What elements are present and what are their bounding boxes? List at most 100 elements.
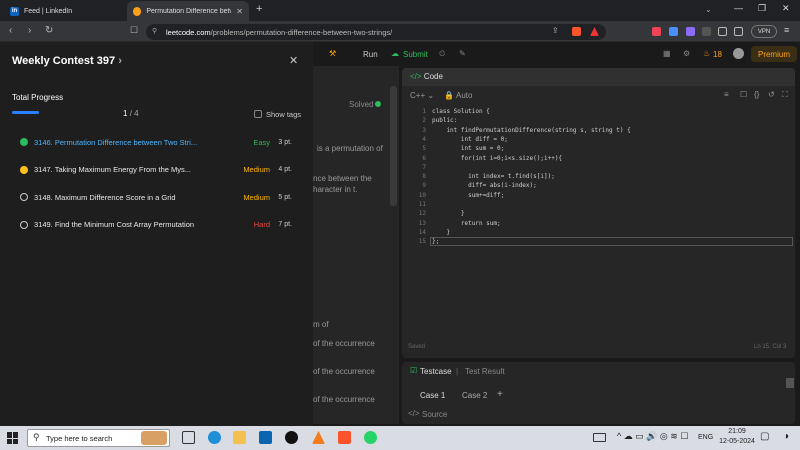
action-center-icon[interactable]: ◑	[783, 431, 789, 442]
url-input[interactable]: ⚲ leetcode.com /problems/permutation-dif…	[146, 24, 606, 40]
back-icon[interactable]: ‹	[9, 25, 12, 36]
wallet-icon[interactable]	[734, 27, 743, 36]
source-label[interactable]: Source	[422, 410, 447, 419]
timer-icon[interactable]: ⏲	[439, 49, 445, 59]
clock-time[interactable]: 21:09	[722, 428, 752, 435]
desc-text: of the occurrence	[313, 339, 375, 348]
code-line[interactable]: int findPermutationDifference(string s, …	[432, 127, 630, 134]
system-tray-icons[interactable]: ^ ☁ ▭ 🔊 ◎ ≋ ☐	[617, 431, 688, 442]
code-line[interactable]: }	[432, 229, 450, 236]
taskbar-search-input[interactable]: ⚲ Type here to search	[27, 429, 170, 447]
extension-icon[interactable]	[669, 27, 678, 36]
auto-label[interactable]: Auto	[456, 91, 472, 100]
close-sidebar-button[interactable]: ✕	[289, 54, 298, 67]
difficulty-badge: Easy	[253, 137, 270, 147]
tab-testcase[interactable]: Testcase	[420, 367, 452, 376]
problem-row[interactable]: 3146. Permutation Difference between Two…	[20, 135, 300, 149]
linkedin-icon: in	[10, 6, 19, 16]
line-number: 10	[418, 191, 426, 199]
language-indicator[interactable]: ENG	[698, 434, 713, 441]
cursor-position: Ln 15, Col 3	[754, 344, 787, 350]
show-tags-checkbox[interactable]	[254, 110, 262, 118]
debug-icon[interactable]: ⚒	[329, 49, 336, 58]
problem-row[interactable]: 3148. Maximum Difference Score in a Grid…	[20, 190, 300, 204]
keyboard-icon[interactable]	[593, 433, 606, 442]
site-info-icon[interactable]: ⚲	[152, 27, 157, 35]
code-line[interactable]: for(int i=0;i<s.size();i++){	[432, 155, 562, 162]
minimize-button[interactable]: —	[734, 3, 743, 13]
show-tags-label: Show tags	[266, 110, 302, 119]
problem-name[interactable]: 3147. Taking Maximum Energy From the Mys…	[34, 165, 234, 174]
brave-taskbar-icon[interactable]	[338, 431, 351, 444]
dell-icon[interactable]	[285, 431, 298, 444]
problem-name[interactable]: 3149. Find the Minimum Cost Array Permut…	[34, 220, 234, 229]
code-line[interactable]: diff= abs(i-index);	[432, 182, 537, 189]
run-button[interactable]: Run	[363, 50, 378, 59]
close-window-button[interactable]: ✕	[782, 3, 790, 14]
case-1-button[interactable]: Case 1	[420, 391, 445, 400]
leetcode-toolbar: ⚒ Run ☁ Submit ⏲ ✎ ▦ ⚙ ♨ 18 Premium	[313, 42, 800, 66]
problem-row[interactable]: 3147. Taking Maximum Energy From the Mys…	[20, 163, 300, 177]
whatsapp-icon[interactable]	[364, 431, 377, 444]
fullscreen-icon[interactable]: ⛶	[782, 90, 788, 100]
code-line[interactable]: public:	[432, 117, 457, 124]
submit-button[interactable]: Submit	[403, 50, 428, 59]
desc-text: nce between the	[313, 174, 372, 183]
description-scrollbar[interactable]	[390, 86, 397, 206]
tab-test-result[interactable]: Test Result	[465, 367, 505, 376]
restore-button[interactable]: ❐	[758, 3, 766, 14]
line-number: 8	[422, 173, 426, 181]
test-panel-scrollbar[interactable]	[786, 378, 794, 388]
brave-shields-icon[interactable]	[572, 27, 581, 36]
file-explorer-icon[interactable]	[233, 431, 246, 444]
problem-row[interactable]: 3149. Find the Minimum Cost Array Permut…	[20, 218, 300, 232]
contest-title-text: Weekly Contest 397	[12, 55, 116, 67]
extension-icon[interactable]	[652, 27, 661, 36]
reload-icon[interactable]: ↻	[45, 25, 53, 36]
forward-icon[interactable]: ›	[28, 25, 31, 36]
premium-button[interactable]: Premium	[751, 46, 797, 62]
mail-icon[interactable]	[259, 431, 272, 444]
problem-name[interactable]: 3146. Permutation Difference between Two…	[34, 138, 234, 147]
code-line[interactable]: sum+=diff;	[432, 192, 504, 199]
code-editor-panel: </> Code C++ ⌄ 🔒 Auto ≡ ☐ {} ↺ ⛶ 1 class …	[402, 68, 795, 358]
menu-icon[interactable]: ≡	[784, 25, 789, 35]
edge-icon[interactable]	[208, 431, 221, 444]
format-icon[interactable]: ≡	[724, 90, 729, 99]
vpn-button[interactable]: VPN	[751, 25, 777, 38]
task-view-icon[interactable]	[182, 431, 195, 444]
vlc-icon[interactable]	[312, 431, 325, 444]
avatar[interactable]	[733, 48, 744, 59]
tab-search-icon[interactable]: ⌄	[705, 5, 712, 14]
new-tab-button[interactable]: +	[256, 3, 262, 15]
bookmark-icon[interactable]: ☐	[130, 25, 138, 36]
extension-icon[interactable]	[686, 27, 695, 36]
close-tab-icon[interactable]: ✕	[236, 7, 243, 16]
code-line[interactable]: int diff = 0;	[432, 136, 508, 143]
language-select[interactable]: C++ ⌄	[410, 91, 434, 100]
share-icon[interactable]: ⇪	[552, 26, 559, 35]
notification-icon[interactable]: ▢	[760, 431, 769, 442]
windows-start-icon[interactable]	[7, 432, 19, 444]
case-2-button[interactable]: Case 2	[462, 391, 487, 400]
bookmark-code-icon[interactable]: ☐	[740, 90, 747, 99]
tab-linkedin[interactable]: in Feed | LinkedIn	[4, 1, 122, 21]
contest-title[interactable]: Weekly Contest 397 ›	[12, 55, 122, 67]
code-line[interactable]: }	[432, 210, 465, 217]
settings-gear-icon[interactable]: ⚙	[683, 49, 690, 58]
layout-icon[interactable]: ▦	[663, 49, 671, 58]
add-case-button[interactable]: +	[497, 389, 503, 400]
tab-leetcode[interactable]: Permutation Difference betweer ✕	[127, 1, 249, 21]
clock-date[interactable]: 12-05-2024	[717, 438, 757, 445]
sidebar-toggle-icon[interactable]	[718, 27, 727, 36]
code-line[interactable]: int index= t.find(s[i]);	[432, 173, 555, 180]
reset-icon[interactable]: ↺	[768, 90, 775, 99]
code-line[interactable]: return sum;	[432, 220, 501, 227]
extensions-puzzle-icon[interactable]	[702, 27, 711, 36]
contest-sidebar: Weekly Contest 397 › ✕ Total Progress 1 …	[0, 42, 313, 426]
code-line[interactable]: int sum = 0;	[432, 145, 504, 152]
problem-name[interactable]: 3148. Maximum Difference Score in a Grid	[34, 193, 234, 202]
notes-icon[interactable]: ✎	[459, 49, 466, 58]
code-line[interactable]: class Solution {	[432, 108, 490, 115]
braces-icon[interactable]: {}	[754, 90, 759, 99]
